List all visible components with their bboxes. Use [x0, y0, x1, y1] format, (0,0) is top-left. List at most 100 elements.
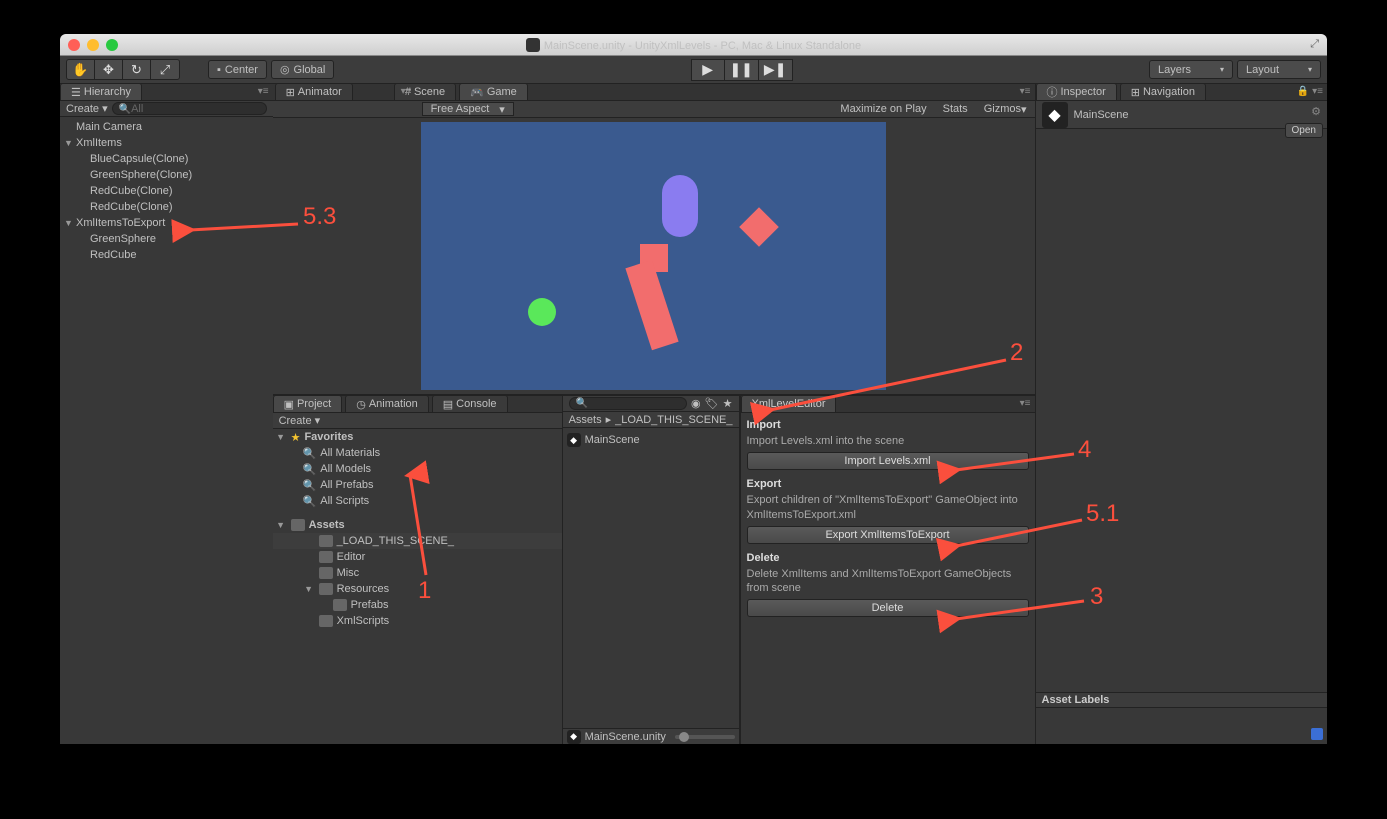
favorites-row[interactable]: ▼★Favorites	[273, 429, 562, 445]
hierarchy-item[interactable]: GreenSphere	[60, 231, 273, 247]
red-rect-shape	[618, 257, 698, 357]
export-xmlitems-button[interactable]: Export XmlItemsToExport	[747, 526, 1029, 544]
search-icon: 🔍	[303, 447, 317, 460]
panel-menu-icon[interactable]: ▾≡	[1020, 86, 1031, 97]
tab-navigation[interactable]: ⊞Navigation	[1120, 83, 1206, 100]
favorite-item[interactable]: 🔍All Scripts	[273, 493, 562, 509]
rotate-tool-icon[interactable]: ↻	[123, 60, 151, 79]
main-toolbar: ✋ ✥ ↻ ⤢ ▪Center ◎Global ▶ ❚❚ ▶❚ Layers▾ …	[60, 56, 1327, 84]
maximize-on-play-toggle[interactable]: Maximize on Play	[832, 101, 934, 117]
panel-menu-icon[interactable]: 🔒 ▾≡	[1297, 86, 1323, 97]
chevron-right-icon: ▸	[606, 413, 612, 426]
label-tag-icon[interactable]	[1311, 728, 1323, 740]
filter-icon[interactable]: 🏷	[705, 397, 719, 410]
tab-inspector[interactable]: ⓘInspector	[1036, 83, 1117, 100]
unity-icon: ◆	[567, 730, 581, 744]
tab-xml-level-editor[interactable]: XmlLevelEditor	[741, 395, 837, 412]
assets-row[interactable]: ▼Assets	[273, 517, 562, 533]
create-dropdown[interactable]: Create ▾	[279, 414, 321, 427]
import-levels-button[interactable]: Import Levels.xml	[747, 452, 1029, 470]
hierarchy-item-xmlitemstoexport[interactable]: ▼XmlItemsToExport	[60, 215, 273, 231]
selected-asset-path: MainScene.unity	[585, 731, 666, 743]
tab-game[interactable]: 🎮Game	[459, 83, 528, 100]
export-description: Export children of "XmlItemsToExport" Ga…	[747, 493, 1029, 522]
hierarchy-item[interactable]: RedCube(Clone)	[60, 199, 273, 215]
search-icon: 🔍	[303, 479, 317, 492]
tab-animator[interactable]: ⊞Animator	[275, 83, 353, 100]
folder-icon	[291, 519, 305, 531]
console-icon: ▤	[443, 398, 453, 411]
hierarchy-item[interactable]: RedCube	[60, 247, 273, 263]
hierarchy-item[interactable]: GreenSphere(Clone)	[60, 167, 273, 183]
layout-dropdown[interactable]: Layout▾	[1237, 60, 1321, 79]
filter-icon[interactable]: ★	[723, 397, 733, 410]
scale-tool-icon[interactable]: ⤢	[151, 60, 179, 79]
favorite-item[interactable]: 🔍All Models	[273, 461, 562, 477]
foldout-icon[interactable]: ▼	[64, 218, 76, 228]
asset-item-mainscene[interactable]: ◆MainScene	[567, 432, 735, 448]
delete-button[interactable]: Delete	[747, 599, 1029, 617]
pivot-rotation-button[interactable]: ◎Global	[271, 60, 334, 79]
window-title-text: MainScene.unity - UnityXmlLevels - PC, M…	[544, 40, 861, 52]
hand-tool-icon[interactable]: ✋	[67, 60, 95, 79]
panel-menu-icon[interactable]: ▾≡	[1020, 398, 1031, 409]
tab-console[interactable]: ▤Console	[432, 395, 508, 412]
inspector-header: ◆ MainScene ⚙ Open	[1036, 101, 1328, 129]
hierarchy-item[interactable]: ▼XmlItems	[60, 135, 273, 151]
folder-icon	[333, 599, 347, 611]
play-controls: ▶ ❚❚ ▶❚	[691, 59, 793, 81]
folder-item[interactable]: Prefabs	[273, 597, 562, 613]
folder-item[interactable]: Editor	[273, 549, 562, 565]
folder-icon	[319, 567, 333, 579]
search-icon: 🔍	[303, 495, 317, 508]
aspect-dropdown[interactable]: Free Aspect▾	[422, 102, 514, 116]
hierarchy-item[interactable]: RedCube(Clone)	[60, 183, 273, 199]
create-dropdown[interactable]: Create ▾	[66, 102, 108, 115]
game-canvas	[421, 122, 886, 390]
import-heading: Import	[747, 419, 1029, 431]
animation-icon: ◷	[356, 398, 366, 411]
window-titlebar: MainScene.unity - UnityXmlLevels - PC, M…	[60, 34, 1327, 56]
delete-heading: Delete	[747, 552, 1029, 564]
panel-menu-icon[interactable]: ▾≡	[401, 86, 412, 97]
stats-toggle[interactable]: Stats	[935, 101, 976, 117]
step-button[interactable]: ▶❚	[759, 59, 793, 81]
open-asset-button[interactable]: Open	[1285, 123, 1323, 138]
project-folder-tree: ▼★Favorites 🔍All Materials 🔍All Models 🔍…	[273, 429, 562, 744]
panel-menu-icon[interactable]: ▾≡	[258, 86, 269, 97]
breadcrumb-item[interactable]: Assets	[569, 414, 602, 426]
favorite-item[interactable]: 🔍All Prefabs	[273, 477, 562, 493]
inspector-tabbar: ⓘInspector ⊞Navigation 🔒 ▾≡	[1036, 84, 1328, 101]
pause-button[interactable]: ❚❚	[725, 59, 759, 81]
breadcrumb-item[interactable]: _LOAD_THIS_SCENE_	[615, 414, 732, 426]
folder-item[interactable]: ▼Resources	[273, 581, 562, 597]
green-circle-shape	[528, 298, 556, 326]
project-search[interactable]: 🔍	[569, 397, 687, 410]
favorite-item[interactable]: 🔍All Materials	[273, 445, 562, 461]
play-button[interactable]: ▶	[691, 59, 725, 81]
layers-dropdown[interactable]: Layers▾	[1149, 60, 1233, 79]
navigation-icon: ⊞	[1131, 86, 1140, 99]
folder-item[interactable]: XmlScripts	[273, 613, 562, 629]
xml-editor-tabbar: XmlLevelEditor ▾≡	[741, 396, 1035, 413]
hierarchy-item[interactable]: Main Camera	[60, 119, 273, 135]
pivot-mode-button[interactable]: ▪Center	[208, 60, 267, 79]
tab-animation[interactable]: ◷Animation	[345, 395, 429, 412]
tab-hierarchy[interactable]: ☰Hierarchy	[60, 83, 142, 100]
gear-icon[interactable]: ⚙	[1311, 105, 1321, 118]
folder-item-loadscene[interactable]: _LOAD_THIS_SCENE_	[273, 533, 562, 549]
foldout-icon[interactable]: ▼	[64, 138, 76, 148]
gizmos-dropdown[interactable]: Gizmos ▾	[976, 101, 1035, 117]
icon-size-slider[interactable]	[675, 735, 735, 739]
folder-item[interactable]: Misc	[273, 565, 562, 581]
tab-project[interactable]: ▣Project	[273, 395, 343, 412]
unity-icon: ◆	[567, 433, 581, 447]
hierarchy-item[interactable]: BlueCapsule(Clone)	[60, 151, 273, 167]
center-icon: ▪	[217, 64, 221, 76]
hierarchy-search[interactable]: 🔍All	[112, 102, 267, 115]
project-tabbar: ▣Project ◷Animation ▤Console	[273, 396, 562, 413]
move-tool-icon[interactable]: ✥	[95, 60, 123, 79]
scene-tabbar: ⊞Animator ▾≡ #Scene 🎮Game ▾≡	[273, 84, 1035, 101]
filter-icon[interactable]: ◉	[691, 397, 701, 410]
import-description: Import Levels.xml into the scene	[747, 434, 1029, 448]
